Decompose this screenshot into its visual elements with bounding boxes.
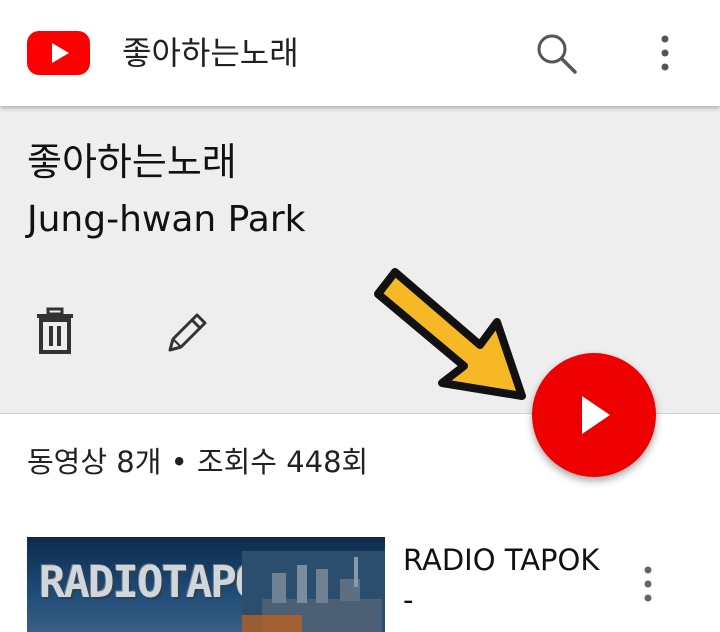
edit-playlist-button[interactable] — [160, 308, 212, 360]
app-bar-title: 좋아하는노래 — [122, 34, 299, 72]
video-more-button[interactable] — [635, 560, 661, 612]
playlist-stats: 동영상 8개 • 조회수 448회 — [27, 445, 369, 479]
pencil-icon — [168, 313, 207, 352]
search-button[interactable] — [530, 28, 582, 80]
more-vert-icon — [644, 566, 652, 602]
app-bar: 좋아하는노래 — [0, 0, 720, 106]
more-options-button[interactable] — [650, 30, 680, 78]
battleship-image-icon — [242, 551, 385, 632]
search-icon — [537, 34, 577, 74]
more-vert-icon — [661, 35, 669, 71]
youtube-logo-icon[interactable] — [27, 31, 90, 75]
play-all-button[interactable] — [532, 353, 656, 477]
annotation-arrow-icon — [374, 268, 526, 400]
trash-icon — [37, 307, 73, 354]
playlist-owner[interactable]: Jung-hwan Park — [27, 198, 305, 242]
video-thumbnail[interactable]: RADIOTAPOK — [27, 537, 385, 632]
playlist-title: 좋아하는노래 — [27, 140, 237, 184]
video-title[interactable]: RADIO TAPOK - — [403, 540, 603, 620]
delete-playlist-button[interactable] — [32, 306, 78, 358]
